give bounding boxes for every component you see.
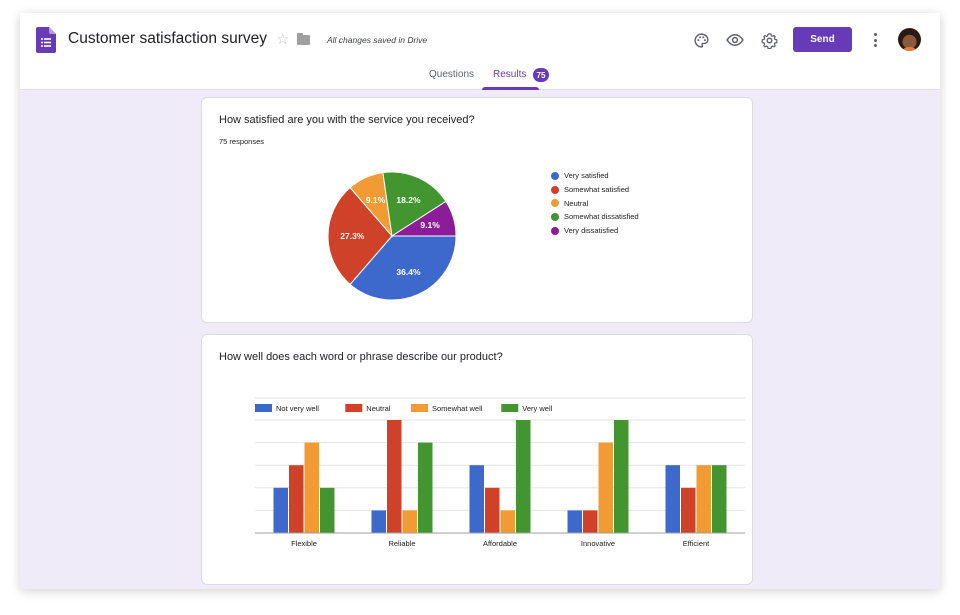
bar-reliable-somewhat-well[interactable] <box>402 510 418 533</box>
pie-slice-label: 18.2% <box>396 195 421 205</box>
x-tick-label: Reliable <box>388 539 415 548</box>
palette-icon[interactable] <box>690 29 712 51</box>
bar-innovative-not-very-well[interactable] <box>567 510 583 533</box>
bar-affordable-somewhat-well[interactable] <box>500 510 516 533</box>
bar-affordable-not-very-well[interactable] <box>469 465 485 533</box>
tab-results[interactable]: Results <box>493 69 526 80</box>
legend-swatch <box>255 404 272 412</box>
bar-innovative-very-well[interactable] <box>614 420 629 533</box>
question-card-satisfaction: How satisfied are you with the service y… <box>201 97 753 323</box>
bar-flexible-very-well[interactable] <box>320 487 335 533</box>
tab-bar: Questions Results 75 <box>20 65 940 90</box>
legend-swatch <box>551 185 559 194</box>
google-forms-icon[interactable] <box>36 27 56 53</box>
legend-swatch <box>411 404 428 412</box>
tab-questions[interactable]: Questions <box>429 69 474 80</box>
save-status: All changes saved in Drive <box>327 35 428 45</box>
legend-swatch <box>551 212 559 221</box>
x-tick-label: Efficient <box>683 539 710 548</box>
legend-label: Neutral <box>564 198 589 208</box>
bar-reliable-not-very-well[interactable] <box>371 510 387 533</box>
bar-innovative-somewhat-well[interactable] <box>598 442 614 533</box>
question-card-product-words: How well does each word or phrase descri… <box>201 334 753 585</box>
legend-label: Very satisfied <box>564 171 609 181</box>
legend-item[interactable]: Somewhat satisfied <box>551 183 639 197</box>
active-tab-indicator <box>482 87 539 90</box>
bar-chart: Not very well Neutral Somewhat well Very we… <box>255 397 745 548</box>
pie-slice-label: 9.1% <box>366 195 386 205</box>
legend-swatch <box>551 226 559 235</box>
legend-label: Somewhat satisfied <box>564 185 630 195</box>
legend-label[interactable]: Not very well <box>276 404 319 413</box>
x-tick-label: Affordable <box>483 539 517 548</box>
bar-efficient-somewhat-well[interactable] <box>696 465 712 533</box>
bar-flexible-somewhat-well[interactable] <box>304 442 320 533</box>
results-count-badge: 75 <box>533 68 549 82</box>
question-title: How satisfied are you with the service y… <box>219 114 475 126</box>
send-button[interactable]: Send <box>793 27 852 52</box>
legend-label[interactable]: Somewhat well <box>432 404 483 413</box>
pie-legend: Very satisfied Somewhat satisfied Neutral S… <box>551 169 639 237</box>
legend-item[interactable]: Neutral <box>551 196 639 210</box>
bar-flexible-not-very-well[interactable] <box>273 487 289 533</box>
eye-icon[interactable] <box>724 29 746 51</box>
legend-label[interactable]: Neutral <box>366 404 391 413</box>
pie-chart: 36.4% 27.3% 9.1% 18.2% 9.1% <box>327 171 457 301</box>
legend-swatch <box>501 404 519 412</box>
pie-slice-label: 27.3% <box>340 231 365 241</box>
bar-reliable-very-well[interactable] <box>418 442 433 533</box>
app-header: Customer satisfaction survey ☆ All chang… <box>20 13 940 90</box>
user-avatar[interactable] <box>898 28 921 51</box>
bar-efficient-very-well[interactable] <box>712 465 727 533</box>
x-tick-label: Innovative <box>581 539 615 548</box>
legend-item[interactable]: Somewhat dissatisfied <box>551 210 639 224</box>
bar-efficient-not-very-well[interactable] <box>665 465 681 533</box>
folder-icon[interactable] <box>297 33 310 45</box>
bar-efficient-neutral[interactable] <box>681 487 696 533</box>
question-title: How well does each word or phrase descri… <box>219 351 503 363</box>
legend-label: Somewhat dissatisfied <box>564 212 639 222</box>
browser-window: Customer satisfaction survey ☆ All chang… <box>20 13 940 589</box>
pie-slice-label: 9.1% <box>420 220 440 230</box>
legend-label: Very dissatisfied <box>564 226 619 236</box>
star-icon[interactable]: ☆ <box>276 30 289 48</box>
x-tick-label: Flexible <box>291 539 317 548</box>
legend-swatch <box>551 199 559 208</box>
pie-slice-label: 36.4% <box>396 267 421 277</box>
bar-innovative-neutral[interactable] <box>583 510 598 533</box>
bar-affordable-neutral[interactable] <box>485 487 500 533</box>
legend-swatch <box>345 404 363 412</box>
legend-item[interactable]: Very satisfied <box>551 169 639 183</box>
response-count: 75 responses <box>219 137 265 146</box>
bar-affordable-very-well[interactable] <box>516 420 531 533</box>
gear-icon[interactable] <box>758 29 780 51</box>
legend-item[interactable]: Very dissatisfied <box>551 224 639 238</box>
document-title[interactable]: Customer satisfaction survey <box>68 30 267 48</box>
legend-label[interactable]: Very well <box>522 404 552 413</box>
legend-swatch <box>551 171 559 180</box>
bar-reliable-neutral[interactable] <box>387 420 402 533</box>
more-vert-icon[interactable] <box>865 29 885 51</box>
bar-flexible-neutral[interactable] <box>289 465 304 533</box>
